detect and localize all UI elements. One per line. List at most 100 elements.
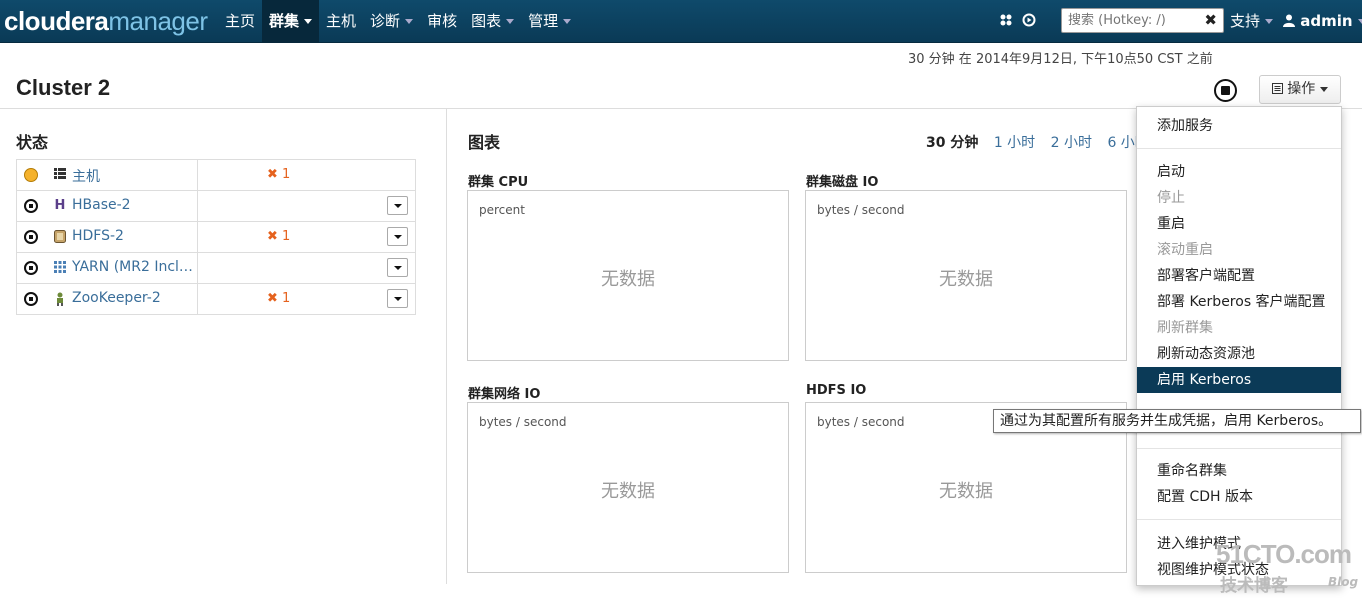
chart-cluster-cpu[interactable]: percent 无数据: [467, 190, 789, 361]
service-link-hbase[interactable]: HBase-2: [72, 197, 194, 213]
wrench-icon: ✖: [267, 229, 278, 244]
menu-item-restart[interactable]: 重启: [1137, 211, 1341, 237]
nav-audits[interactable]: 审核: [420, 0, 464, 43]
search-box: ✖: [1061, 8, 1224, 33]
hdfs-icon: [54, 230, 66, 244]
table-row: H HBase-2: [17, 190, 415, 221]
top-navbar: clouderamanager 主页 群集 主机 诊断 审核 图表 管理 ✖ 支…: [0, 0, 1362, 43]
recent-activity-icon[interactable]: [1022, 13, 1036, 31]
chevron-down-icon: [304, 19, 313, 24]
stop-icon[interactable]: [1214, 79, 1237, 102]
row-actions-dropdown[interactable]: [387, 227, 408, 246]
menu-item-deploy-client-config[interactable]: 部署客户端配置: [1137, 263, 1341, 289]
chart-cluster-disk-io[interactable]: bytes / second 无数据: [805, 190, 1127, 361]
nav-diagnostics[interactable]: 诊断: [363, 0, 420, 43]
table-row: YARN (MR2 Included): [17, 252, 415, 283]
menu-item-configure-cdh-version[interactable]: 配置 CDH 版本: [1137, 484, 1341, 510]
table-row: HDFS-2 ✖ 1: [17, 221, 415, 252]
chart-cluster-network-io[interactable]: bytes / second 无数据: [467, 402, 789, 573]
user-menu[interactable]: admin: [1283, 0, 1362, 43]
table-row: ZooKeeper-2 ✖ 1: [17, 283, 415, 314]
menu-item-deploy-kerberos-config[interactable]: 部署 Kerberos 客户端配置: [1137, 289, 1341, 315]
menu-item-refresh-cluster: 刷新群集: [1157, 320, 1213, 336]
main-nav: 主页 群集 主机 诊断 审核 图表 管理: [218, 0, 578, 43]
page-title: Cluster 2: [16, 75, 111, 100]
stopped-status-icon: [24, 199, 38, 213]
nav-hosts[interactable]: 主机: [319, 0, 363, 43]
chevron-down-icon: [405, 19, 414, 24]
row-actions-dropdown[interactable]: [387, 196, 408, 215]
health-issues-badge[interactable]: ✖ 1: [267, 167, 290, 182]
chart-unit: bytes / second: [479, 415, 567, 429]
range-1h[interactable]: 1 小时: [994, 135, 1035, 151]
row-actions-dropdown[interactable]: [387, 289, 408, 308]
menu-item-start[interactable]: 启动: [1137, 159, 1341, 185]
chart-title[interactable]: 群集网络 IO: [468, 383, 540, 402]
running-commands-icon[interactable]: [999, 13, 1013, 31]
stopped-status-icon: [24, 292, 38, 306]
actions-dropdown-menu: 添加服务 启动 停止 重启 滚动重启 部署客户端配置 部署 Kerberos 客…: [1136, 106, 1342, 586]
service-link-hdfs[interactable]: HDFS-2: [72, 228, 194, 244]
search-input[interactable]: [1062, 9, 1202, 32]
chevron-down-icon: [1320, 86, 1329, 92]
warning-status-icon: [24, 168, 38, 182]
range-2h[interactable]: 2 小时: [1051, 135, 1092, 151]
menu-item-enable-kerberos[interactable]: 启用 Kerberos: [1137, 367, 1341, 393]
hosts-list-icon: [54, 168, 66, 182]
no-data-label: 无数据: [939, 269, 993, 290]
tooltip: 通过为其配置所有服务并生成凭据，启用 Kerberos。: [993, 409, 1361, 433]
watermark-logo: 51CTO.com 技术博客 Blog: [1216, 539, 1359, 596]
menu-item-add-service[interactable]: 添加服务: [1137, 113, 1341, 139]
service-link-yarn[interactable]: YARN (MR2 Included): [72, 259, 194, 275]
health-issues-badge[interactable]: ✖ 1: [267, 291, 290, 306]
health-issues-badge[interactable]: ✖ 1: [267, 229, 290, 244]
yarn-icon: [54, 261, 66, 275]
status-heading: 状态: [16, 133, 49, 152]
menu-divider: [1137, 448, 1341, 449]
charts-heading: 图表: [468, 133, 501, 152]
actions-button[interactable]: 操作: [1259, 75, 1341, 104]
list-icon: [1271, 81, 1287, 97]
chart-title[interactable]: 群集 CPU: [468, 171, 528, 190]
table-row: 主机 ✖ 1: [17, 160, 415, 190]
no-data-label: 无数据: [601, 481, 655, 502]
chevron-down-icon: [563, 19, 572, 24]
stopped-status-icon: [24, 230, 38, 244]
wrench-icon: ✖: [267, 291, 278, 306]
menu-item-rolling-restart: 滚动重启: [1157, 242, 1213, 258]
menu-item-rename-cluster[interactable]: 重命名群集: [1137, 458, 1341, 484]
chart-title[interactable]: 群集磁盘 IO: [806, 171, 878, 190]
range-30m[interactable]: 30 分钟: [926, 135, 978, 151]
time-range-selector: 30 分钟 1 小时 2 小时 6 小时: [926, 132, 1160, 152]
row-actions-dropdown[interactable]: [387, 258, 408, 277]
wrench-icon: ✖: [267, 167, 278, 182]
time-range-label[interactable]: 30 分钟 在 2014年9月12日, 下午10点50 CST 之前: [908, 48, 1213, 67]
menu-item-stop: 停止: [1157, 190, 1185, 206]
no-data-label: 无数据: [939, 481, 993, 502]
nav-home[interactable]: 主页: [218, 0, 262, 43]
nav-admin[interactable]: 管理: [521, 0, 578, 43]
status-table: 主机 ✖ 1 H HBase-2 HDFS-2 ✖ 1 YARN (MR2 In…: [16, 159, 416, 315]
menu-item-refresh-resource-pools[interactable]: 刷新动态资源池: [1137, 341, 1341, 367]
cloudera-manager-logo[interactable]: clouderamanager: [4, 6, 208, 37]
chevron-down-icon: [506, 19, 515, 24]
divider: [446, 109, 447, 584]
nav-charts[interactable]: 图表: [464, 0, 521, 43]
close-icon[interactable]: ✖: [1204, 11, 1217, 29]
hbase-icon: H: [54, 198, 66, 213]
nav-clusters[interactable]: 群集: [262, 0, 320, 43]
chart-unit: bytes / second: [817, 415, 905, 429]
service-link-zookeeper[interactable]: ZooKeeper-2: [72, 290, 194, 306]
no-data-label: 无数据: [601, 269, 655, 290]
menu-divider: [1137, 148, 1341, 149]
support-menu[interactable]: 支持: [1230, 0, 1274, 43]
stopped-status-icon: [24, 261, 38, 275]
service-link-hosts[interactable]: 主机: [72, 166, 194, 186]
chevron-down-icon: [1265, 19, 1274, 24]
chart-title[interactable]: HDFS IO: [806, 383, 866, 398]
zookeeper-icon: [54, 292, 66, 306]
menu-divider: [1137, 519, 1341, 520]
chevron-down-icon: [1357, 19, 1362, 24]
chart-unit: bytes / second: [817, 203, 905, 217]
chart-unit: percent: [479, 203, 525, 217]
